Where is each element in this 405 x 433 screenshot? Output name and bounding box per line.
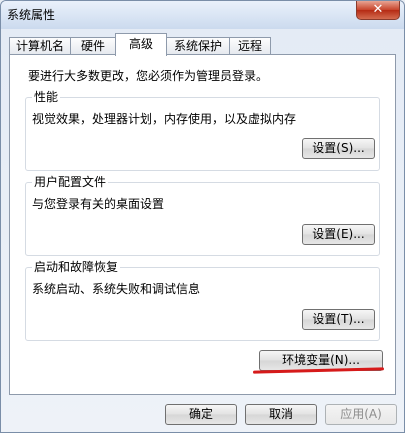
ok-button[interactable]: 确定 <box>165 404 237 425</box>
window-title: 系统属性 <box>7 8 56 22</box>
user-profiles-group: 用户配置文件 与您登录有关的桌面设置 设置(E)... <box>25 175 380 256</box>
cancel-button[interactable]: 取消 <box>245 404 317 425</box>
close-icon: ✕ <box>372 2 384 17</box>
startup-recovery-settings-button[interactable]: 设置(T)... <box>302 309 375 330</box>
close-button[interactable]: ✕ <box>356 1 400 20</box>
performance-group: 性能 视觉效果，处理器计划，内存使用，以及虚拟内存 设置(S)... <box>25 90 380 171</box>
performance-settings-button[interactable]: 设置(S)... <box>302 138 375 159</box>
startup-recovery-legend: 启动和故障恢复 <box>32 260 121 274</box>
advanced-tab-panel: 要进行大多数更改，您必须作为管理员登录。 性能 视觉效果，处理器计划，内存使用，… <box>9 54 396 395</box>
performance-description: 视觉效果，处理器计划，内存使用，以及虚拟内存 <box>32 112 297 126</box>
startup-recovery-group: 启动和故障恢复 系统启动、系统失败和调试信息 设置(T)... <box>25 260 380 341</box>
title-bar[interactable]: 系统属性 ✕ <box>1 1 404 29</box>
system-properties-window: 系统属性 ✕ 计算机名 硬件 高级 系统保护 远程 要进行大多数更改，您必须作为… <box>0 0 405 433</box>
tab-advanced[interactable]: 高级 <box>115 33 167 56</box>
user-profiles-settings-button[interactable]: 设置(E)... <box>302 224 375 245</box>
admin-notice: 要进行大多数更改，您必须作为管理员登录。 <box>28 69 269 83</box>
user-profiles-description: 与您登录有关的桌面设置 <box>32 197 165 211</box>
performance-legend: 性能 <box>32 90 61 104</box>
user-profiles-legend: 用户配置文件 <box>32 175 109 189</box>
startup-recovery-description: 系统启动、系统失败和调试信息 <box>32 282 201 296</box>
apply-button[interactable]: 应用(A) <box>325 404 397 425</box>
